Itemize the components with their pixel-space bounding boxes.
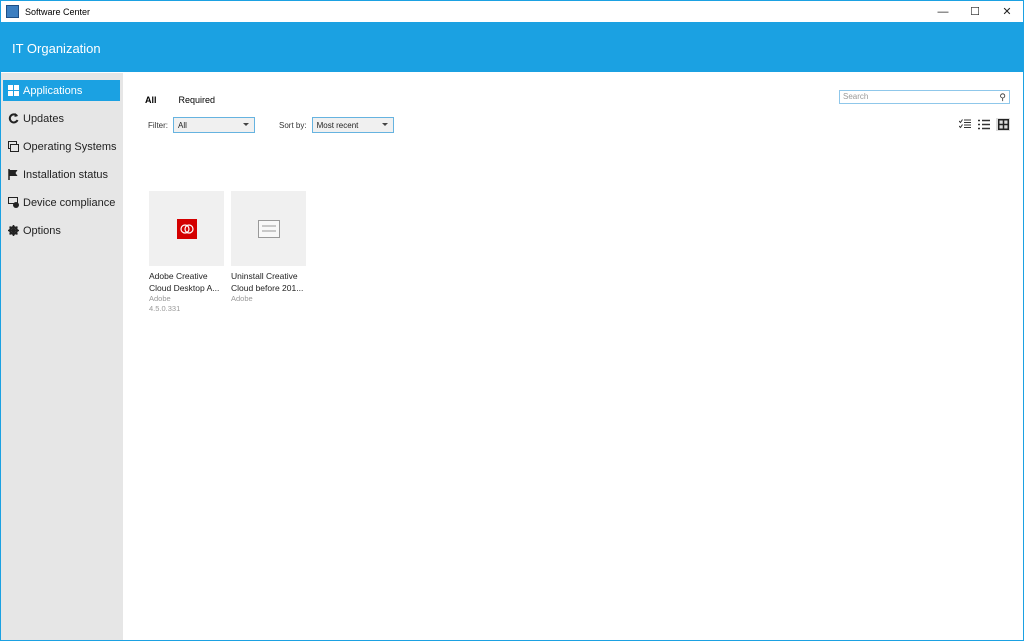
title-bar: Software Center — ☐ ✕ bbox=[1, 1, 1023, 22]
windows-stack-icon bbox=[8, 141, 19, 152]
app-tile[interactable]: Adobe Creative Cloud Desktop A... Adobe 4.5… bbox=[149, 191, 224, 314]
filter-value: All bbox=[178, 120, 187, 130]
chevron-down-icon bbox=[243, 123, 249, 126]
filter-dropdown[interactable]: All bbox=[173, 117, 255, 133]
filter-label: Filter: bbox=[148, 120, 168, 130]
sidebar-item-label: Options bbox=[23, 224, 61, 237]
app-tile[interactable]: Uninstall Creative Cloud before 201... Ado… bbox=[231, 191, 306, 314]
adobe-cc-icon bbox=[176, 218, 197, 239]
generic-app-icon bbox=[257, 219, 280, 238]
app-thumbnail[interactable] bbox=[231, 191, 306, 266]
sidebar-item-label: Installation status bbox=[23, 168, 108, 181]
minimize-button[interactable]: — bbox=[927, 1, 959, 22]
sidebar-item-installation-status[interactable]: Installation status bbox=[3, 164, 120, 185]
sidebar-item-label: Operating Systems bbox=[23, 140, 117, 153]
software-center-icon bbox=[6, 5, 19, 18]
sidebar-item-applications[interactable]: Applications bbox=[3, 80, 120, 101]
app-name[interactable]: Adobe Creative Cloud Desktop A... bbox=[149, 270, 224, 294]
app-name[interactable]: Uninstall Creative Cloud before 201... bbox=[231, 270, 306, 294]
chevron-down-icon bbox=[381, 123, 388, 126]
sidebar-item-device-compliance[interactable]: Device compliance bbox=[3, 192, 120, 213]
tile-view-icon[interactable] bbox=[996, 118, 1010, 131]
tab-required[interactable]: Required bbox=[179, 95, 216, 105]
list-view-icon[interactable] bbox=[977, 118, 991, 131]
app-version: 4.5.0.331 bbox=[149, 304, 181, 313]
sort-label: Sort by: bbox=[279, 120, 307, 130]
sort-dropdown[interactable]: Most recent bbox=[311, 117, 394, 133]
sidebar-item-label: Applications bbox=[23, 84, 83, 97]
main-content: All Required Filter: All Sort by: Most r… bbox=[123, 73, 1023, 640]
search-input[interactable]: Search ⚲ bbox=[839, 90, 1010, 104]
sidebar: Applications Updates Operating Systems Inst… bbox=[1, 73, 123, 640]
gear-icon bbox=[8, 225, 19, 236]
refresh-icon bbox=[8, 113, 19, 124]
app-publisher: Adobe bbox=[231, 294, 253, 303]
checklist-view-icon[interactable] bbox=[958, 118, 972, 131]
window-title: Software Center bbox=[25, 6, 91, 17]
sidebar-item-label: Updates bbox=[23, 112, 64, 125]
sidebar-item-options[interactable]: Options bbox=[3, 220, 120, 241]
search-placeholder: Search bbox=[843, 92, 869, 101]
sidebar-item-operating-systems[interactable]: Operating Systems bbox=[3, 136, 120, 157]
app-thumbnail[interactable] bbox=[149, 191, 224, 266]
apps-icon bbox=[8, 85, 19, 96]
sidebar-item-updates[interactable]: Updates bbox=[3, 108, 120, 129]
tab-all[interactable]: All bbox=[145, 95, 157, 105]
org-name: IT Organization bbox=[12, 41, 101, 56]
device-check-icon bbox=[8, 197, 19, 208]
maximize-button[interactable]: ☐ bbox=[959, 1, 991, 22]
close-button[interactable]: ✕ bbox=[991, 1, 1023, 22]
org-header: IT Organization bbox=[1, 22, 1023, 72]
app-publisher: Adobe bbox=[149, 294, 171, 303]
sort-value: Most recent bbox=[316, 120, 359, 130]
flag-icon bbox=[8, 169, 18, 180]
search-icon[interactable]: ⚲ bbox=[999, 92, 1006, 103]
sidebar-item-label: Device compliance bbox=[23, 196, 116, 209]
